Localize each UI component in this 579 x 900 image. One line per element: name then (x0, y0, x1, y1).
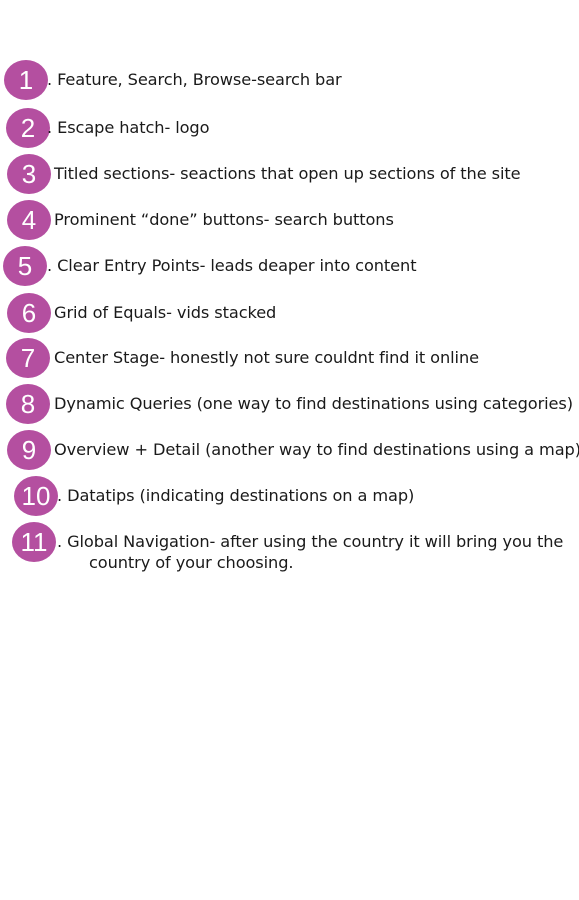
item-text: Titled sections- seactions that open up … (54, 164, 521, 183)
list-item: 4 Prominent “done” buttons- search butto… (0, 200, 579, 244)
numbered-list: 1 . Feature, Search, Browse-search bar 2… (0, 0, 579, 900)
item-text: . Datatips (indicating destinations on a… (57, 486, 415, 505)
item-text: Center Stage- honestly not sure couldnt … (54, 348, 479, 367)
item-text: Dynamic Queries (one way to find destina… (54, 394, 573, 413)
list-item: 6 Grid of Equals- vids stacked (0, 293, 579, 337)
number-badge: 1 (4, 60, 48, 100)
number-badge: 10 (14, 476, 58, 516)
number-badge: 8 (6, 384, 50, 424)
number-badge: 3 (7, 154, 51, 194)
item-text: . Feature, Search, Browse-search bar (47, 70, 342, 89)
number-badge: 7 (6, 338, 50, 378)
number-badge: 4 (7, 200, 51, 240)
item-text-line-1: . Global Navigation- after using the cou… (57, 532, 564, 551)
list-item: 7 Center Stage- honestly not sure couldn… (0, 338, 579, 382)
list-item: 2 . Escape hatch- logo (0, 108, 579, 152)
number-badge: 2 (6, 108, 50, 148)
item-text: . Escape hatch- logo (47, 118, 210, 137)
number-badge: 6 (7, 293, 51, 333)
list-item: 9 Overview + Detail (another way to find… (0, 430, 579, 474)
item-text: Grid of Equals- vids stacked (54, 303, 277, 322)
number-badge: 9 (7, 430, 51, 470)
number-badge: 11 (12, 522, 56, 562)
list-item: 1 . Feature, Search, Browse-search bar (0, 60, 579, 104)
item-text-line-2: country of your choosing. (89, 553, 294, 572)
list-item: 8 Dynamic Queries (one way to find desti… (0, 384, 579, 428)
item-text: Prominent “done” buttons- search buttons (54, 210, 394, 229)
list-item: 3 Titled sections- seactions that open u… (0, 154, 579, 198)
list-item: 10 . Datatips (indicating destinations o… (0, 476, 579, 520)
item-text: Overview + Detail (another way to find d… (54, 440, 579, 459)
list-item: 11 . Global Navigation- after using the … (0, 522, 579, 582)
list-item: 5 . Clear Entry Points- leads deaper int… (0, 246, 579, 290)
number-badge: 5 (3, 246, 47, 286)
item-text: . Clear Entry Points- leads deaper into … (47, 256, 417, 275)
item-text: . Global Navigation- after using the cou… (57, 531, 567, 573)
